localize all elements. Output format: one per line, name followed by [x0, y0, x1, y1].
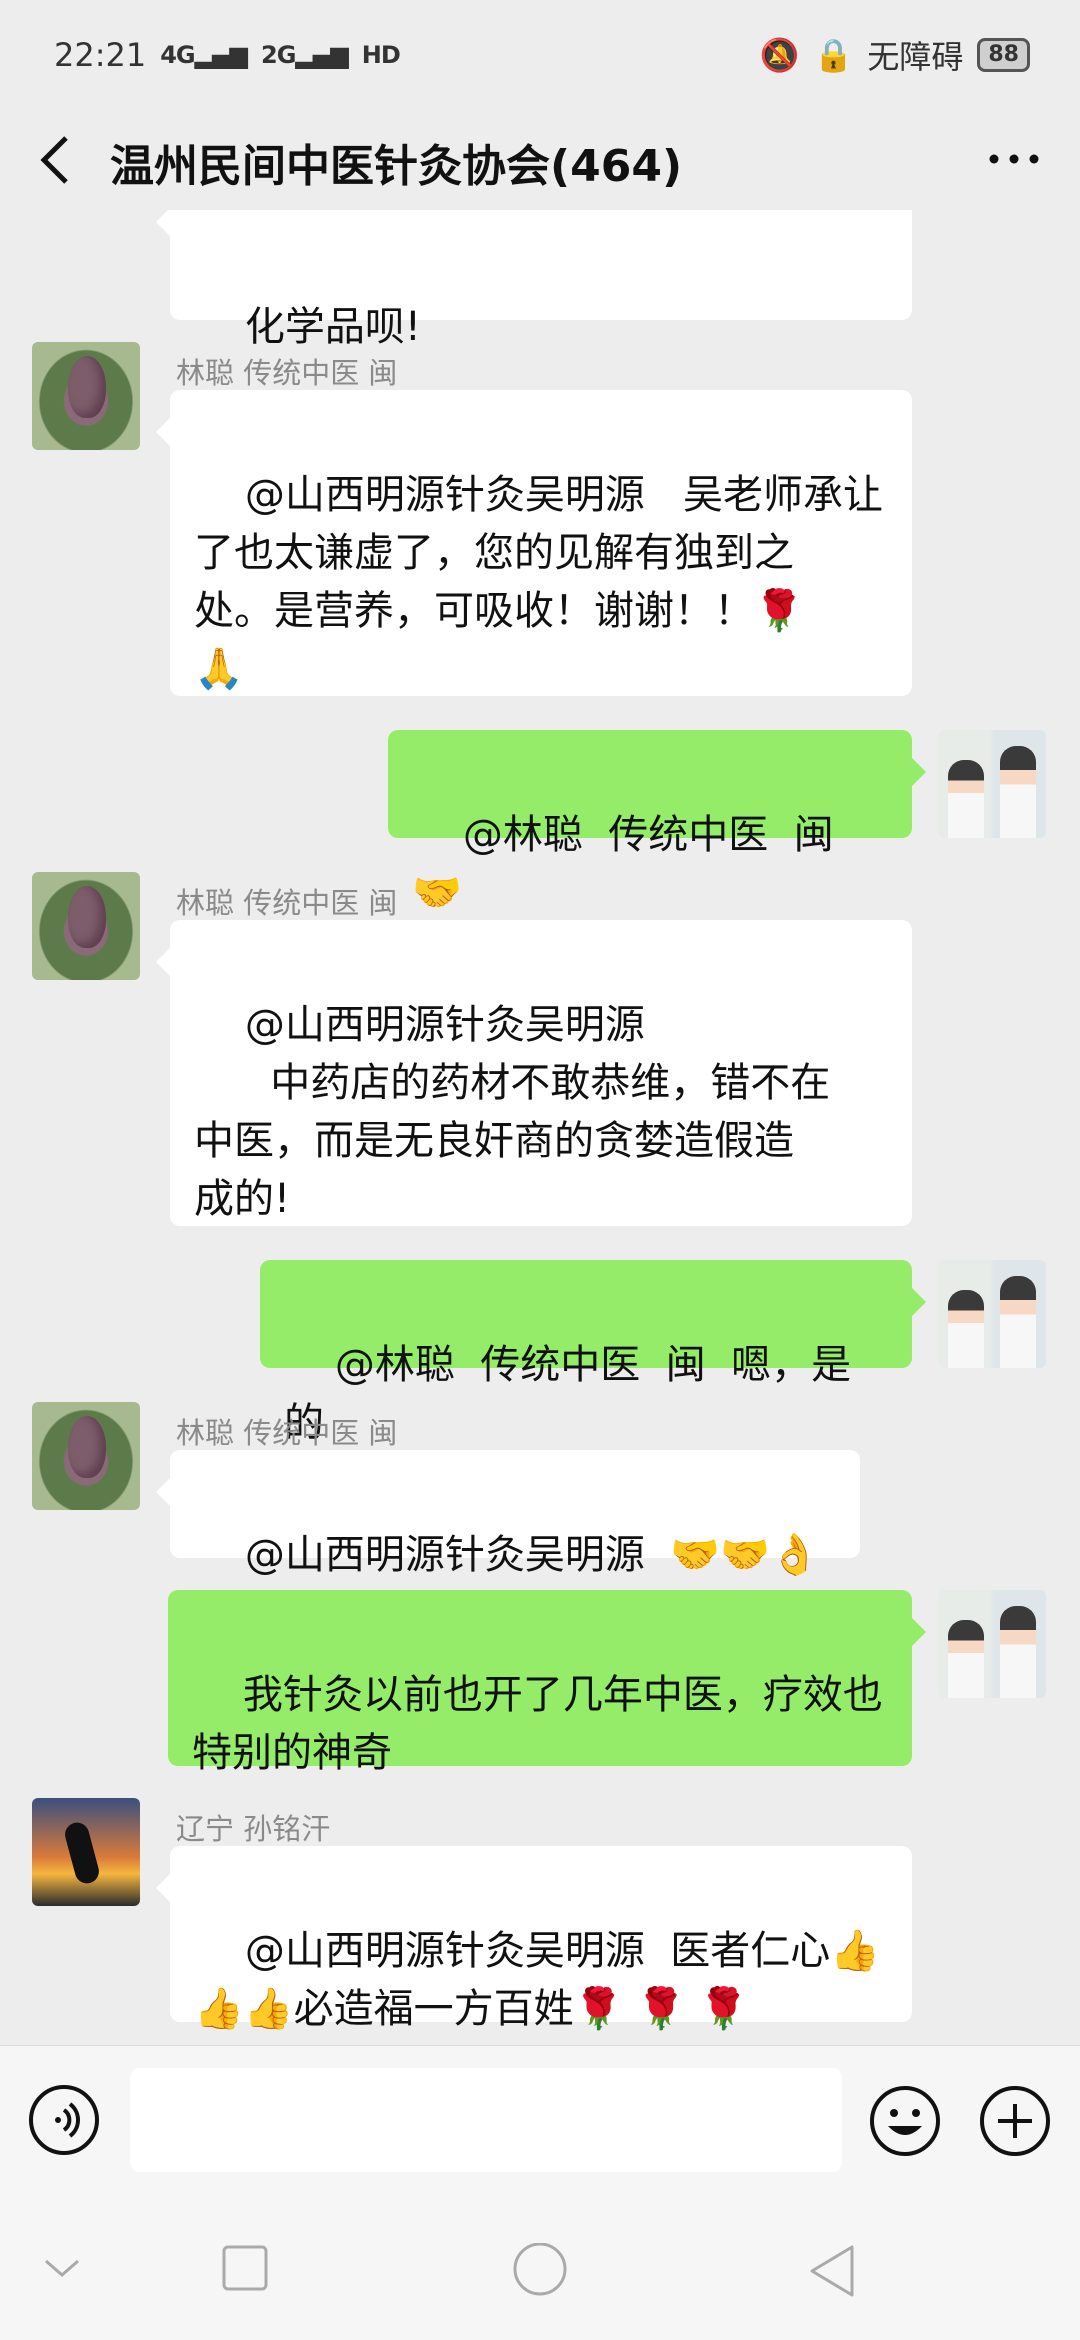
message-bubble[interactable]: 我针灸以前也开了几年中医，疗效也 特别的神奇 — [168, 1590, 926, 1776]
voice-icon[interactable] — [28, 2084, 100, 2156]
message-input[interactable] — [130, 2068, 842, 2172]
circle-icon[interactable] — [512, 2243, 568, 2299]
own-avatar[interactable] — [938, 1590, 1046, 1698]
message-bubble[interactable]: @山西明源针灸吴明源 医者仁心👍 👍👍必造福一方百姓🌹 🌹 🌹 — [156, 1846, 912, 2032]
accessibility-label: 无障碍 — [867, 38, 964, 76]
message-bubble[interactable]: 化学品呗! — [156, 210, 912, 350]
message-bubble[interactable]: @山西明源针灸吴明源 🤝🤝👌 — [156, 1450, 860, 1578]
message-text: 化学品呗! — [244, 304, 421, 350]
message-text: @山西明源针灸吴明源 中药店的药材不敢恭维，错不在 中医，而是无良奸商的贪婪造假… — [194, 1002, 831, 1222]
sender-name: 辽宁 孙铭汗 — [176, 1812, 331, 1846]
signal-4g-label: 4G — [160, 41, 195, 69]
triangle-back-icon[interactable] — [806, 2243, 856, 2299]
message-list[interactable]: 化学品呗! 林聪 传统中医 闽 @山西明源针灸吴明源 吴老师承让 了也太谦虚了，… — [0, 210, 1080, 2045]
chat-title: 温州民间中医针灸协会(464) — [110, 141, 683, 192]
status-bar: 22:21 4G▂▄▆ 2G▂▄▆ HD 🔕 🔒 无障碍 88 — [0, 0, 1080, 110]
message-text: @山西明源针灸吴明源 医者仁心👍 👍👍必造福一方百姓🌹 🌹 🌹 — [194, 1928, 881, 2032]
own-avatar[interactable] — [938, 730, 1046, 838]
message-bubble[interactable]: @山西明源针灸吴明源 吴老师承让 了也太谦虚了，您的见解有独到之 处。是营养，可… — [156, 390, 912, 696]
sender-avatar[interactable] — [32, 872, 140, 980]
battery-icon: 88 — [977, 38, 1030, 72]
sender-avatar[interactable] — [32, 1402, 140, 1510]
message-bubble[interactable]: @林聪 传统中医 闽 🤝 — [388, 730, 926, 916]
signal-2g-icon: 2G▂▄▆ — [261, 41, 349, 69]
message-text: @山西明源针灸吴明源 🤝🤝👌 — [244, 1532, 820, 1578]
square-icon[interactable] — [220, 2243, 270, 2293]
down-chevron-icon[interactable] — [42, 2243, 82, 2293]
message-bubble[interactable]: @山西明源针灸吴明源 中药店的药材不敢恭维，错不在 中医，而是无良奸商的贪婪造假… — [156, 920, 912, 1226]
sender-avatar[interactable] — [32, 1798, 140, 1906]
mute-bell-icon: 🔕 — [759, 36, 800, 74]
sender-name: 林聪 传统中医 闽 — [176, 886, 398, 920]
back-arrow-icon[interactable] — [36, 132, 76, 188]
more-options-icon[interactable] — [984, 134, 1044, 184]
own-avatar[interactable] — [938, 1260, 1046, 1368]
plus-icon[interactable] — [978, 2084, 1052, 2158]
message-bubble[interactable]: @林聪 传统中医 闽 嗯，是的 — [260, 1260, 926, 1446]
sender-avatar[interactable] — [32, 342, 140, 450]
message-text: @山西明源针灸吴明源 吴老师承让 了也太谦虚了，您的见解有独到之 处。是营养，可… — [194, 472, 884, 692]
status-time: 22:21 — [54, 36, 147, 74]
message-text: 我针灸以前也开了几年中医，疗效也 特别的神奇 — [192, 1672, 883, 1776]
chat-header: 温州民间中医针灸协会(464) — [0, 110, 1080, 210]
message-text: @林聪 传统中医 闽 🤝 — [412, 812, 860, 916]
signal-2g-label: 2G — [261, 41, 296, 69]
sender-name: 林聪 传统中医 闽 — [176, 1416, 398, 1450]
emoji-icon[interactable] — [868, 2084, 942, 2158]
lock-rotation-icon: 🔒 — [813, 36, 854, 74]
hd-icon: HD — [361, 41, 401, 69]
sender-name: 林聪 传统中医 闽 — [176, 356, 398, 390]
system-nav-bar — [0, 2195, 1080, 2340]
input-bar — [0, 2045, 1080, 2195]
signal-4g-icon: 4G▂▄▆ — [160, 41, 248, 69]
